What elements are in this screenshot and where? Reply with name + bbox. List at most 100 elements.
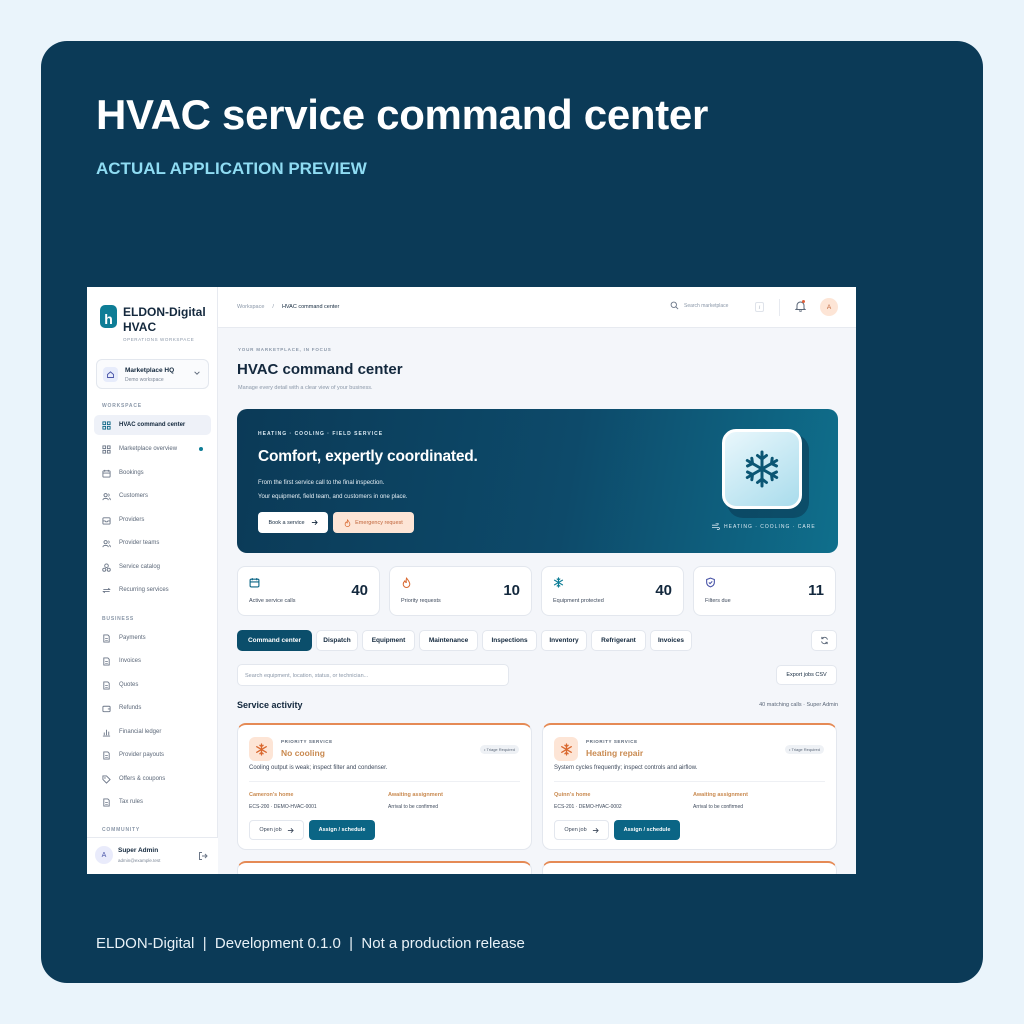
arrow-right-icon [592, 827, 599, 833]
sidebar-item-offers-coupons[interactable]: Offers & coupons [94, 769, 211, 789]
refresh-button[interactable] [811, 630, 837, 651]
user-profile[interactable]: A Super Admin admin@example.test [87, 837, 218, 874]
sidebar-item-tax-rules[interactable]: Tax rules [94, 792, 211, 812]
hero-title: Comfort, expertly coordinated. [258, 448, 478, 465]
assignment-status: Awaiting assignment [693, 792, 748, 798]
tab-refrigerant[interactable]: Refrigerant [591, 630, 646, 651]
users-icon [102, 539, 111, 547]
stat-card-equipment-protected: Equipment protected 40 [541, 566, 684, 616]
document-icon [103, 750, 110, 760]
stat-value: 40 [351, 582, 368, 599]
sidebar-item-label: Marketplace overview [119, 446, 178, 452]
breadcrumb-separator: / [272, 304, 274, 310]
search-shortcut-key: / [755, 302, 764, 312]
sidebar-item-recurring-services[interactable]: Recurring services [94, 580, 211, 600]
sidebar-item-marketplace-overview[interactable]: Marketplace overview [94, 439, 211, 459]
app-window: h ELDON-Digital HVAC OPERATIONS WORKSPAC… [87, 287, 856, 874]
job-reference: ECS-200 · DEMO-HVAC-0001 [249, 804, 317, 810]
open-job-button[interactable]: Open job [249, 820, 304, 840]
tab-inventory[interactable]: Inventory [541, 630, 587, 651]
marketplace-search[interactable]: Search marketplace [670, 301, 728, 310]
grid-icon [102, 444, 111, 454]
snowflake-icon [249, 737, 273, 761]
sidebar-item-service-catalog[interactable]: Service catalog [94, 557, 211, 577]
sidebar-item-provider-payouts[interactable]: Provider payouts [94, 745, 211, 765]
divider [249, 781, 520, 782]
sidebar-item-customers[interactable]: Customers [94, 486, 211, 506]
breadcrumb-current: HVAC command center [281, 304, 340, 310]
emergency-request-button[interactable]: Emergency request [333, 512, 414, 533]
tab-equipment[interactable]: Equipment [362, 630, 415, 651]
sidebar: h ELDON-Digital HVAC OPERATIONS WORKSPAC… [87, 287, 218, 874]
hero-banner: HEATING · COOLING · FIELD SERVICE Comfor… [237, 409, 838, 553]
sidebar-item-provider-teams[interactable]: Provider teams [94, 533, 211, 553]
workspace-name: Marketplace HQ [125, 367, 175, 374]
status-badge: • Triage Required [480, 745, 519, 754]
snowflake-icon [554, 737, 578, 761]
chevron-down-icon [194, 371, 200, 375]
card-title: Heating repair [586, 748, 644, 758]
sidebar-item-label: Customers [119, 493, 149, 499]
avatar: A [95, 846, 113, 864]
workspace-switcher[interactable]: Marketplace HQ Demo workspace [96, 359, 209, 389]
stat-label: Active service calls [249, 598, 296, 604]
sidebar-item-payments[interactable]: Payments [94, 628, 211, 648]
repeat-icon [102, 587, 111, 593]
bar-chart-icon [102, 729, 111, 737]
sidebar-item-label: Service catalog [119, 564, 161, 570]
sidebar-item-refunds[interactable]: Refunds [94, 698, 211, 718]
page-title: HVAC command center [237, 361, 403, 378]
assign-schedule-button[interactable]: Assign / schedule [614, 820, 680, 840]
sidebar-item-label: Offers & coupons [119, 776, 166, 782]
breadcrumb-root[interactable]: Workspace [237, 304, 264, 310]
sidebar-item-label: Provider teams [119, 540, 160, 546]
arrow-right-icon [287, 827, 294, 833]
book-service-button[interactable]: Book a service [258, 512, 328, 533]
hero-eyebrow: HEATING · COOLING · FIELD SERVICE [258, 431, 384, 437]
sidebar-item-label: Recurring services [119, 587, 169, 593]
inbox-icon [102, 516, 111, 525]
export-jobs-button[interactable]: Export jobs CSV [776, 665, 837, 685]
calendar-icon [249, 578, 260, 588]
sidebar-item-label: Refunds [119, 705, 142, 711]
card-title: No cooling [281, 748, 325, 758]
page-eyebrow: YOUR MARKETPLACE, IN FOCUS [238, 347, 332, 352]
grid-icon [102, 420, 111, 430]
sidebar-item-bookings[interactable]: Bookings [94, 463, 211, 483]
sidebar-item-label: Providers [119, 517, 145, 523]
tab-invoices[interactable]: Invoices [650, 630, 692, 651]
open-job-button[interactable]: Open job [554, 820, 609, 840]
sidebar-item-label: HVAC command center [119, 422, 186, 428]
open-job-label: Open job [259, 827, 282, 833]
sidebar-item-quotes[interactable]: Quotes [94, 675, 211, 695]
wind-icon [712, 523, 720, 530]
activity-meta: 40 matching calls · Super Admin [759, 702, 838, 708]
sidebar-item-hvac-command-center[interactable]: HVAC command center [94, 415, 211, 435]
customer-name: Cameron's home [249, 792, 294, 798]
user-name: Super Admin [118, 847, 159, 854]
card-description: Cooling output is weak; inspect filter a… [249, 765, 388, 771]
hero-snowflake-tile [722, 429, 802, 509]
avatar[interactable]: A [820, 298, 838, 316]
document-icon [103, 656, 110, 666]
sidebar-item-invoices[interactable]: Invoices [94, 651, 211, 671]
tab-maintenance[interactable]: Maintenance [419, 630, 478, 651]
stat-label: Priority requests [401, 598, 441, 604]
notification-dot [199, 447, 203, 451]
workspace-desc: Demo workspace [125, 377, 164, 383]
wallet-icon [102, 705, 111, 712]
tab-command-center[interactable]: Command center [237, 630, 312, 651]
assign-schedule-button[interactable]: Assign / schedule [309, 820, 375, 840]
hero-caption: HEATING · COOLING · CARE [711, 523, 816, 530]
sidebar-item-financial-ledger[interactable]: Financial ledger [94, 722, 211, 742]
sidebar-item-providers[interactable]: Providers [94, 510, 211, 530]
tab-dispatch[interactable]: Dispatch [316, 630, 358, 651]
arrow-right-icon [311, 520, 318, 525]
job-reference: ECS-201 · DEMO-HVAC-0002 [554, 804, 622, 810]
brand-name: ELDON-Digital HVAC [123, 305, 206, 334]
brand[interactable]: h ELDON-Digital HVAC [100, 305, 213, 335]
equipment-search-input[interactable]: Search equipment, location, status, or t… [237, 664, 509, 686]
tab-inspections[interactable]: Inspections [482, 630, 537, 651]
logout-icon[interactable] [198, 851, 208, 861]
users-icon [102, 492, 111, 500]
